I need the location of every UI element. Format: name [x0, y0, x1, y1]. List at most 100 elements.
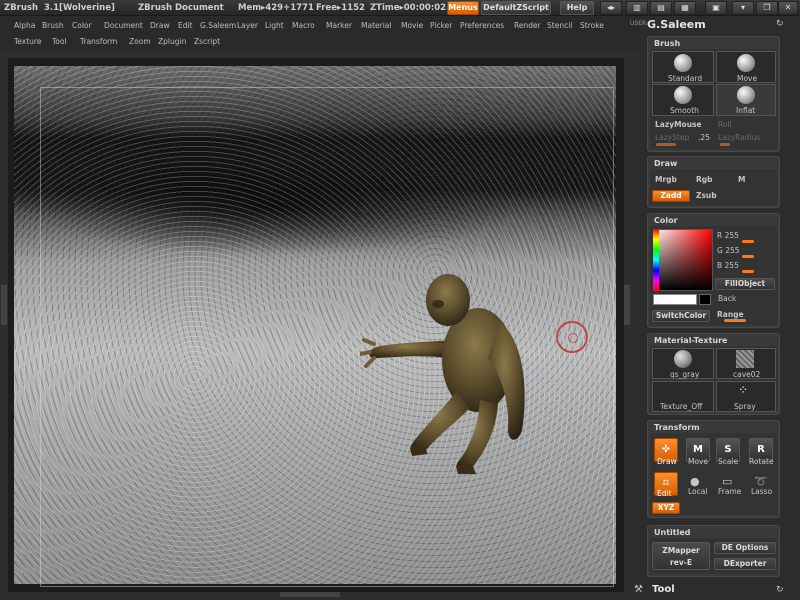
- de-options-button[interactable]: DE Options: [714, 542, 776, 554]
- inflat-brush-icon: [737, 86, 755, 104]
- document-name: ZBrush Document: [138, 3, 224, 13]
- lazystep-bar: [656, 143, 676, 146]
- mrgb-button[interactable]: Mrgb: [655, 175, 677, 184]
- right-shelf-handle[interactable]: [624, 285, 630, 325]
- menu-texture[interactable]: Texture: [14, 37, 41, 46]
- menu-draw[interactable]: Draw: [150, 21, 170, 30]
- menu-zplugin[interactable]: Zplugin: [158, 37, 186, 46]
- rgb-button[interactable]: Rgb: [696, 175, 713, 184]
- blue-slider-bar: [742, 270, 754, 273]
- layout3-icon[interactable]: ▦: [674, 1, 696, 15]
- red-slider[interactable]: R 255: [717, 231, 739, 240]
- fillobject-button[interactable]: FillObject: [715, 278, 775, 290]
- local-label: Local: [688, 487, 708, 496]
- color-picker-square[interactable]: [653, 229, 713, 291]
- menu-marker[interactable]: Marker: [326, 21, 352, 30]
- menu-transform[interactable]: Transform: [80, 37, 117, 46]
- app-name: ZBrush: [4, 3, 38, 13]
- color-palette-title: Color: [654, 216, 678, 225]
- blue-slider[interactable]: B 255: [717, 261, 739, 270]
- app-version: 3.1[Wolverine]: [44, 3, 115, 13]
- material-cave02-label: cave02: [733, 370, 761, 379]
- tool-palette-title[interactable]: Tool: [652, 584, 675, 595]
- menu-tool[interactable]: Tool: [52, 37, 67, 46]
- menu-alpha[interactable]: Alpha: [14, 21, 35, 30]
- restore-icon[interactable]: ❐: [756, 1, 778, 15]
- ztime-readout: ZTime▸00:00:02.: [370, 3, 450, 13]
- layout-icon[interactable]: ▥: [626, 1, 648, 15]
- dexporter-button[interactable]: DExporter: [714, 558, 776, 570]
- main-color-swatch[interactable]: [653, 294, 697, 305]
- secondary-color-swatch[interactable]: [699, 294, 711, 305]
- zmapper-button[interactable]: ZMapper rev-E: [652, 542, 710, 570]
- tray-refresh-icon[interactable]: ↻: [776, 19, 784, 29]
- transform-palette-title: Transform: [654, 423, 700, 432]
- green-slider[interactable]: G 255: [717, 246, 740, 255]
- layout2-icon[interactable]: ▤: [650, 1, 672, 15]
- menu-macro[interactable]: Macro: [292, 21, 315, 30]
- menus-button[interactable]: Menus: [447, 1, 479, 15]
- help-button[interactable]: Help: [560, 1, 594, 15]
- lazymouse-button[interactable]: LazyMouse: [655, 120, 702, 129]
- sculpted-creature-model[interactable]: [360, 262, 550, 482]
- save-icon[interactable]: ▣: [705, 1, 727, 15]
- move-brush-label: Move: [737, 74, 758, 83]
- move-brush-icon: [737, 54, 755, 72]
- menu-material[interactable]: Material: [361, 21, 391, 30]
- zmapper-rev-label: rev-E: [670, 558, 692, 567]
- tool-hammer-icon: ⚒: [634, 584, 643, 595]
- menu-light[interactable]: Light: [265, 21, 284, 30]
- menu-movie[interactable]: Movie: [401, 21, 423, 30]
- menu-color[interactable]: Color: [72, 21, 92, 30]
- draw-mode-label: Draw: [657, 457, 677, 466]
- material-sphere-icon: [674, 350, 692, 368]
- menu-gsaleem[interactable]: G.Saleem: [200, 21, 236, 30]
- lazyradius-slider[interactable]: LazyRadius: [718, 133, 760, 142]
- brush-cursor-icon: [556, 321, 588, 353]
- back-button[interactable]: Back: [718, 294, 736, 303]
- tray-title: G.Saleem: [647, 18, 706, 31]
- inflat-brush-label: Inflat: [736, 106, 756, 115]
- menu-stroke[interactable]: Stroke: [580, 21, 604, 30]
- rotate-mode-label: Rotate: [749, 457, 774, 466]
- edit-mode-label: Edit: [657, 489, 672, 498]
- xyz-symmetry-button[interactable]: XYZ: [652, 502, 680, 514]
- range-slider[interactable]: Range: [717, 310, 744, 319]
- menu-edit[interactable]: Edit: [178, 21, 193, 30]
- lazystep-slider[interactable]: LazyStep: [655, 133, 689, 142]
- spray-label: Spray: [734, 402, 756, 411]
- bottom-shelf-handle[interactable]: [280, 592, 340, 597]
- menu-preferences[interactable]: Preferences: [460, 21, 504, 30]
- menu-brush[interactable]: Brush: [42, 21, 64, 30]
- zsub-button[interactable]: Zsub: [696, 191, 717, 200]
- menu-stencil[interactable]: Stencil: [547, 21, 572, 30]
- m-button[interactable]: M: [738, 175, 745, 184]
- untitled-palette-title: Untitled: [654, 528, 691, 537]
- menu-zscript[interactable]: Zscript: [194, 37, 220, 46]
- menu-picker[interactable]: Picker: [430, 21, 452, 30]
- lazystep-value: .25: [698, 133, 710, 142]
- red-slider-bar: [742, 240, 754, 243]
- nav-arrows-icon[interactable]: ◂▸: [600, 1, 622, 15]
- smooth-brush-label: Smooth: [670, 106, 699, 115]
- zmapper-label: ZMapper: [662, 546, 700, 555]
- minimize-icon[interactable]: ▾: [732, 1, 754, 15]
- default-zscript-button[interactable]: DefaultZScript: [481, 1, 551, 15]
- menu-document[interactable]: Document: [104, 21, 143, 30]
- menu-layer[interactable]: Layer: [237, 21, 258, 30]
- switchcolor-button[interactable]: SwitchColor: [652, 310, 710, 322]
- green-slider-bar: [742, 255, 754, 258]
- menu-zoom[interactable]: Zoom: [129, 37, 151, 46]
- spray-icon: ⁘: [738, 383, 749, 397]
- draw-palette-title: Draw: [654, 159, 678, 168]
- close-icon[interactable]: ✕: [778, 1, 798, 15]
- menu-render[interactable]: Render: [514, 21, 541, 30]
- brush-palette-title: Brush: [654, 39, 681, 48]
- roll-button[interactable]: Roll: [718, 120, 732, 129]
- texture-off-label: Texture_Off: [660, 402, 703, 411]
- memory-readout: Mem▸429+1771: [238, 3, 314, 13]
- left-shelf-handle[interactable]: [1, 285, 7, 325]
- material-qs-gray-label: qs_gray: [670, 370, 700, 379]
- zadd-button[interactable]: Zadd: [652, 190, 690, 202]
- tool-refresh-icon[interactable]: ↻: [776, 585, 784, 595]
